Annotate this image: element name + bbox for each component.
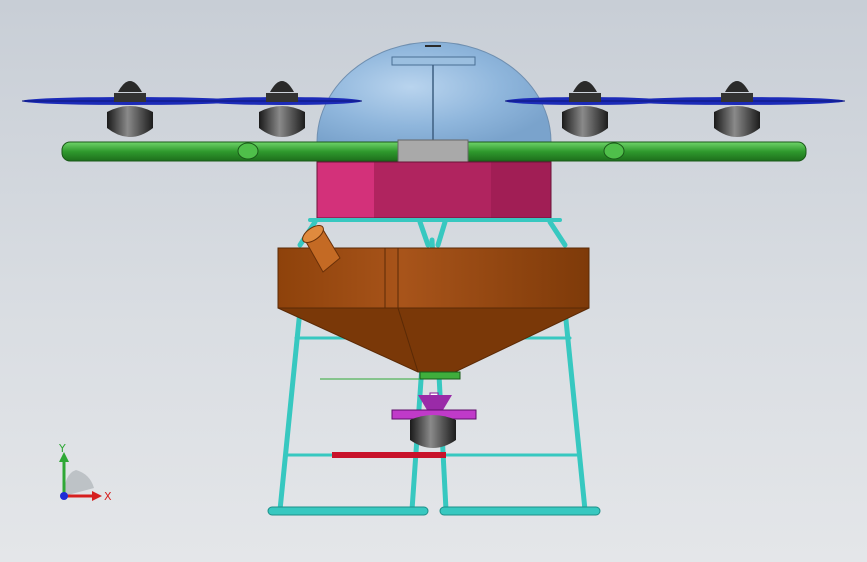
frame-arms[interactable] [61,139,807,163]
dome-canopy[interactable] [316,41,552,143]
z-axis-dot [60,492,68,500]
y-axis-label: Y [58,442,66,455]
rotor-front-left[interactable] [22,81,238,137]
x-axis-arrow-head [92,491,102,501]
drone-model[interactable] [0,0,867,562]
spreader-assembly[interactable] [320,371,477,458]
rotor-front-right[interactable] [629,81,845,137]
x-axis-label: X [104,490,112,503]
fuselage-body[interactable] [316,161,552,219]
orientation-triad: Y X [58,442,112,503]
cad-viewport[interactable]: Y X [0,0,867,562]
